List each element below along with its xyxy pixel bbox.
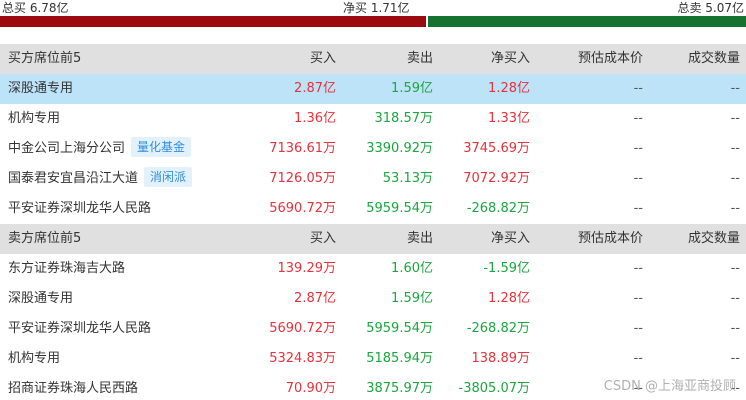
cost-price: -- (633, 111, 643, 126)
cost-price: -- (633, 351, 643, 366)
total-buy-label: 总买 6.78亿 (2, 1, 69, 15)
header-volume[interactable]: 成交数量 (688, 44, 740, 74)
buy-amount: 2.87亿 (294, 291, 336, 306)
buy-amount: 1.36亿 (294, 111, 336, 126)
trade-volume: -- (730, 351, 740, 366)
seat-name[interactable]: 深股通专用 (8, 284, 73, 314)
header-buy[interactable]: 买入 (310, 224, 336, 254)
seat-name-with-tag: 国泰君安宜昌沿江大道 消闲派 (8, 164, 193, 194)
sell-section-header: 卖方席位前5 买入 卖出 净买入 预估成本价 成交数量 (0, 224, 746, 254)
net-amount: 1.33亿 (488, 111, 530, 126)
seat-name[interactable]: 深股通专用 (8, 74, 73, 104)
cost-price: -- (633, 261, 643, 276)
header-seat: 买方席位前5 (8, 51, 82, 66)
seat-table: 买方席位前5 买入 卖出 净买入 预估成本价 成交数量 深股通专用 2.87亿 … (0, 44, 746, 400)
seat-name[interactable]: 平安证券深圳龙华人民路 (8, 314, 151, 344)
cost-price: -- (633, 141, 643, 156)
trade-volume: -- (730, 141, 740, 156)
cost-price: -- (633, 201, 643, 216)
buy-amount: 5324.83万 (269, 351, 336, 366)
seat-name[interactable]: 机构专用 (8, 344, 60, 374)
table-row[interactable]: 国泰君安宜昌沿江大道 消闲派 7126.05万 53.13万 7072.92万 -… (0, 164, 746, 194)
buy-ratio-bar (0, 16, 426, 27)
header-seat: 卖方席位前5 (8, 231, 82, 246)
buy-amount: 7126.05万 (269, 171, 336, 186)
table-row[interactable]: 深股通专用 2.87亿 1.59亿 1.28亿 -- -- (0, 74, 746, 104)
header-sell[interactable]: 卖出 (407, 224, 433, 254)
sell-amount: 53.13万 (382, 171, 433, 186)
trade-volume: -- (730, 171, 740, 186)
sell-amount: 1.59亿 (391, 291, 433, 306)
buy-amount: 2.87亿 (294, 81, 336, 96)
table-row[interactable]: 平安证券深圳龙华人民路 5690.72万 5959.54万 -268.82万 -… (0, 314, 746, 344)
table-row[interactable]: 中金公司上海分公司 量化基金 7136.61万 3390.92万 3745.69万… (0, 134, 746, 164)
trade-volume: -- (730, 81, 740, 96)
seat-tag[interactable]: 量化基金 (131, 137, 192, 157)
sell-amount: 3390.92万 (366, 141, 433, 156)
trade-volume: -- (730, 321, 740, 336)
table-row[interactable]: 深股通专用 2.87亿 1.59亿 1.28亿 -- -- (0, 284, 746, 314)
cost-price: -- (633, 321, 643, 336)
seat-name[interactable]: 平安证券深圳龙华人民路 (8, 194, 151, 224)
header-net[interactable]: 净买入 (491, 44, 530, 74)
header-cost[interactable]: 预估成本价 (578, 44, 643, 74)
header-buy[interactable]: 买入 (310, 44, 336, 74)
seat-tag[interactable]: 消闲派 (144, 167, 193, 187)
buy-amount: 7136.61万 (269, 141, 336, 156)
net-amount: 1.28亿 (488, 81, 530, 96)
sell-amount: 1.60亿 (391, 261, 433, 276)
net-amount: 7072.92万 (463, 171, 530, 186)
sell-ratio-bar (428, 16, 746, 27)
table-row[interactable]: 东方证券珠海吉大路 139.29万 1.60亿 -1.59亿 -- -- (0, 254, 746, 284)
header-net[interactable]: 净买入 (491, 224, 530, 254)
trade-volume: -- (730, 261, 740, 276)
sell-amount: 3875.97万 (366, 381, 433, 396)
cost-price: -- (633, 291, 643, 306)
net-amount: -1.59亿 (483, 261, 530, 276)
sell-amount: 1.59亿 (391, 81, 433, 96)
cost-price: -- (633, 81, 643, 96)
net-amount: -3805.07万 (458, 381, 530, 396)
table-row[interactable]: 平安证券深圳龙华人民路 5690.72万 5959.54万 -268.82万 -… (0, 194, 746, 224)
cost-price: -- (633, 171, 643, 186)
header-volume[interactable]: 成交数量 (688, 224, 740, 254)
net-amount: -268.82万 (466, 201, 530, 216)
trade-volume: -- (730, 291, 740, 306)
header-cost[interactable]: 预估成本价 (578, 224, 643, 254)
buy-amount: 139.29万 (277, 261, 337, 276)
seat-name[interactable]: 中金公司上海分公司 (8, 141, 125, 156)
sell-amount: 5959.54万 (366, 321, 433, 336)
header-sell[interactable]: 卖出 (407, 44, 433, 74)
watermark: CSDN @上海亚商投顾 (603, 379, 736, 394)
table-row[interactable]: 机构专用 1.36亿 318.57万 1.33亿 -- -- (0, 104, 746, 134)
seat-name[interactable]: 国泰君安宜昌沿江大道 (8, 171, 138, 186)
net-amount: 1.28亿 (488, 291, 530, 306)
seat-name-with-tag: 中金公司上海分公司 量化基金 (8, 134, 192, 164)
buy-section-header: 买方席位前5 买入 卖出 净买入 预估成本价 成交数量 (0, 44, 746, 74)
net-amount: -268.82万 (466, 321, 530, 336)
trade-volume: -- (730, 111, 740, 126)
buy-amount: 5690.72万 (269, 321, 336, 336)
seat-name[interactable]: 招商证券珠海人民西路 (8, 374, 138, 400)
sell-amount: 5959.54万 (366, 201, 433, 216)
buy-amount: 70.90万 (285, 381, 336, 396)
net-amount: 138.89万 (471, 351, 531, 366)
total-sell-label: 总卖 5.07亿 (677, 1, 744, 15)
seat-name[interactable]: 东方证券珠海吉大路 (8, 254, 125, 284)
net-amount: 3745.69万 (463, 141, 530, 156)
net-buy-label: 净买 1.71亿 (343, 1, 410, 15)
seat-name[interactable]: 机构专用 (8, 104, 60, 134)
buy-amount: 5690.72万 (269, 201, 336, 216)
sell-amount: 318.57万 (374, 111, 434, 126)
sell-amount: 5185.94万 (366, 351, 433, 366)
summary-bar: 总买 6.78亿 净买 1.71亿 总卖 5.07亿 (0, 0, 746, 15)
trade-volume: -- (730, 201, 740, 216)
table-row[interactable]: 机构专用 5324.83万 5185.94万 138.89万 -- -- (0, 344, 746, 374)
